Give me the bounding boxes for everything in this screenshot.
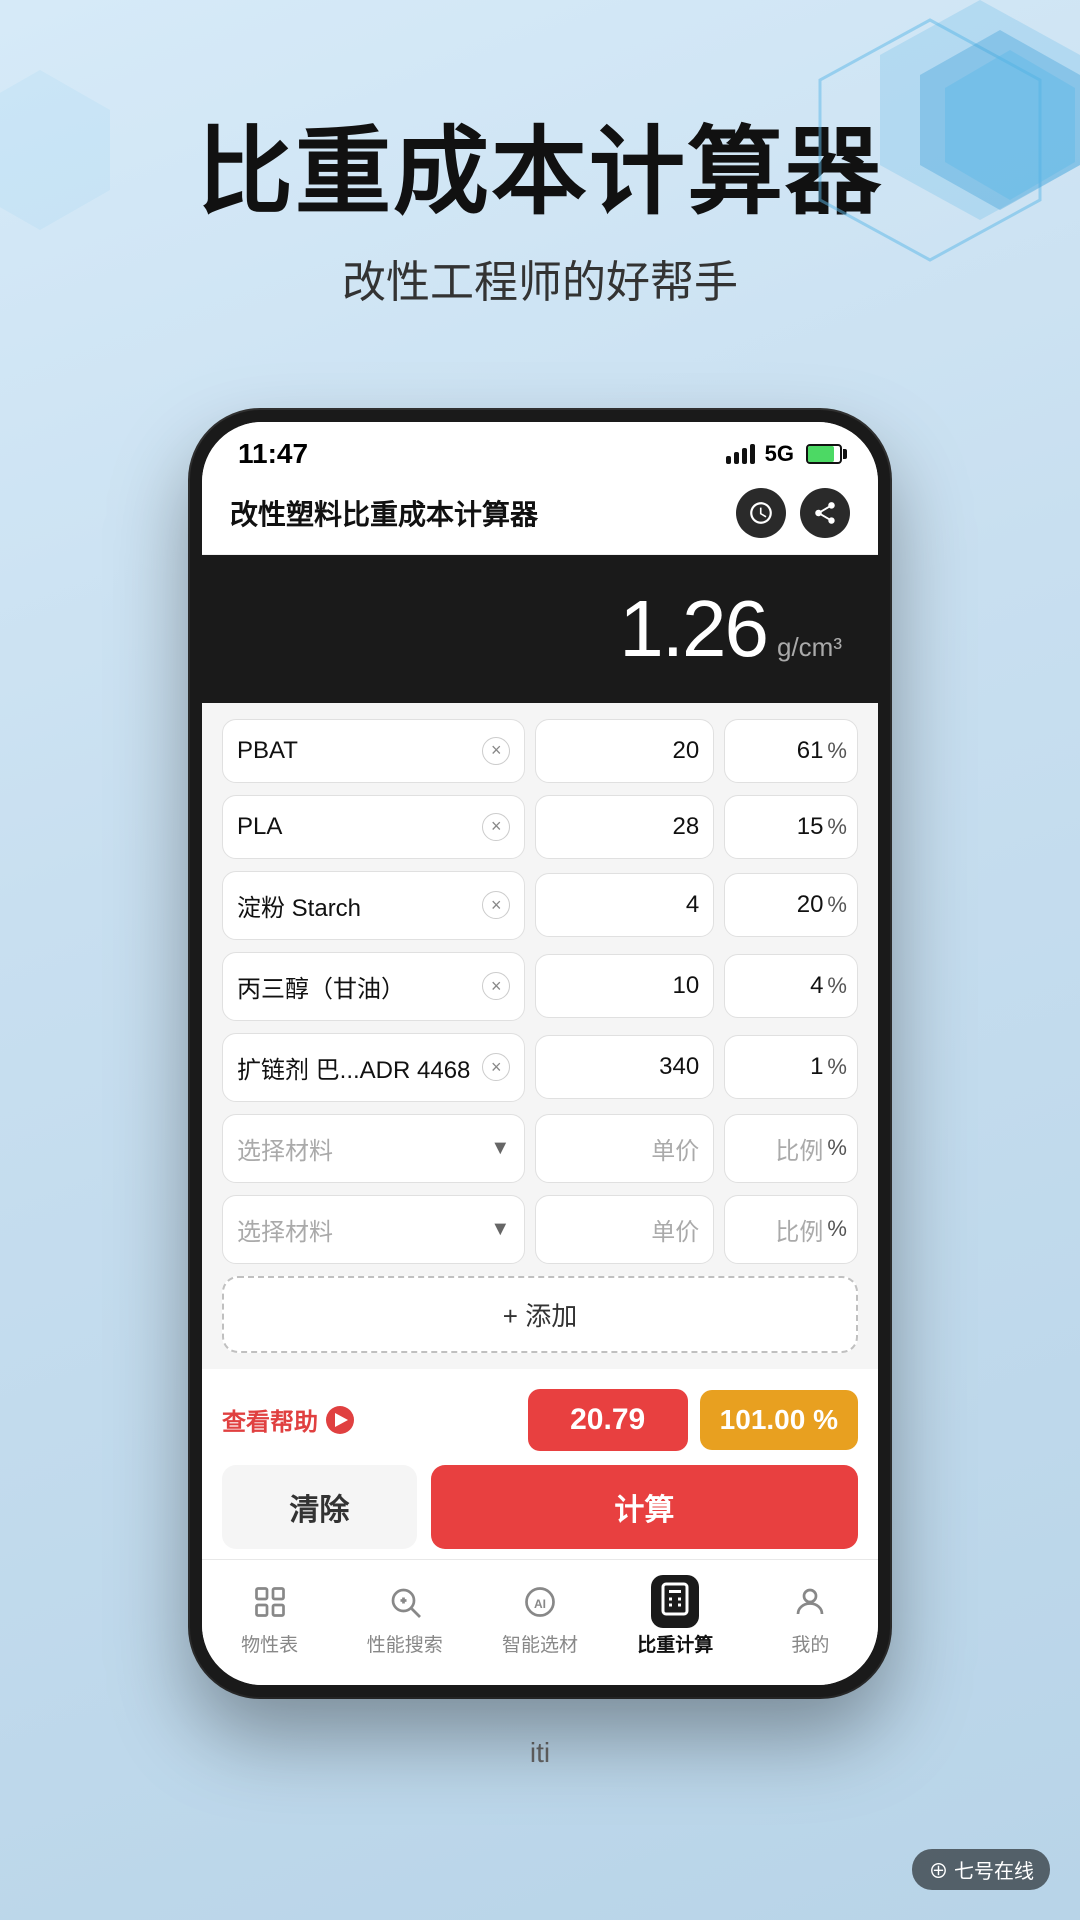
result-value: 1.26 — [619, 583, 767, 675]
remove-pbat-button[interactable]: × — [482, 737, 510, 765]
materials-area: PBAT × 20 61% PLA × 28 15% — [202, 703, 878, 1369]
tab-calc[interactable]: 比重计算 — [608, 1572, 743, 1665]
tab-mine[interactable]: 我的 — [743, 1572, 878, 1665]
5g-label: 5G — [765, 441, 794, 467]
result-display: 1.26 g/cm³ — [202, 555, 878, 703]
material-name-glycerol[interactable]: 丙三醇（甘油） × — [222, 952, 525, 1021]
app-header: 改性塑料比重成本计算器 — [202, 478, 878, 555]
material-price-adr[interactable]: 340 — [535, 1035, 714, 1099]
table-row: 淀粉 Starch × 4 20% — [222, 871, 858, 940]
phone-inner: 11:47 5G 改性塑料比重成本计算器 — [202, 422, 878, 1685]
material-price-pla[interactable]: 28 — [535, 795, 714, 859]
search-icon — [383, 1580, 427, 1624]
history-button[interactable] — [736, 488, 786, 538]
calculate-button[interactable]: 计算 — [431, 1465, 858, 1549]
remove-starch-button[interactable]: × — [482, 891, 510, 919]
add-material-button[interactable]: + 添加 — [222, 1276, 858, 1353]
clear-button[interactable]: 清除 — [222, 1465, 417, 1549]
tab-properties-label: 物性表 — [241, 1630, 298, 1657]
status-time: 11:47 — [238, 438, 308, 470]
material-name-starch[interactable]: 淀粉 Starch × — [222, 871, 525, 940]
table-row: PLA × 28 15% — [222, 795, 858, 859]
calc-icon — [653, 1580, 697, 1624]
status-bar: 11:47 5G — [202, 422, 878, 478]
signal-icon — [726, 444, 755, 464]
phone-outer: 11:47 5G 改性塑料比重成本计算器 — [190, 410, 890, 1697]
remove-glycerol-button[interactable]: × — [482, 972, 510, 1000]
material-pct-pbat[interactable]: 61% — [724, 719, 858, 783]
properties-icon — [248, 1580, 292, 1624]
material-price-select-1[interactable]: 单价 — [535, 1114, 714, 1183]
material-pct-select-1[interactable]: 比例% — [724, 1114, 858, 1183]
person-icon — [788, 1580, 832, 1624]
material-price-glycerol[interactable]: 10 — [535, 954, 714, 1018]
watermark: ⊕ 七号在线 — [912, 1849, 1050, 1890]
material-select-1[interactable]: 选择材料 ▼ — [222, 1114, 525, 1183]
table-row: 扩链剂 巴...ADR 4468 × 340 1% — [222, 1033, 858, 1102]
svg-text:AI: AI — [534, 1597, 546, 1611]
status-right: 5G — [726, 441, 842, 467]
result-price-badge: 20.79 — [528, 1389, 688, 1451]
result-pct-badge: 101.00 % — [700, 1390, 858, 1450]
material-price-starch[interactable]: 4 — [535, 873, 714, 937]
table-row: 丙三醇（甘油） × 10 4% — [222, 952, 858, 1021]
bottom-action-area: 查看帮助 20.79 101.00 % 清除 计算 — [202, 1369, 878, 1559]
help-row: 查看帮助 20.79 101.00 % — [222, 1389, 858, 1451]
bottom-label: iti — [0, 1697, 1080, 1789]
material-pct-select-2[interactable]: 比例% — [724, 1195, 858, 1264]
material-name-pbat[interactable]: PBAT × — [222, 719, 525, 783]
remove-pla-button[interactable]: × — [482, 813, 510, 841]
tab-mine-label: 我的 — [791, 1630, 829, 1657]
app-header-icons — [736, 488, 850, 538]
material-pct-glycerol[interactable]: 4% — [724, 954, 858, 1018]
material-price-select-2[interactable]: 单价 — [535, 1195, 714, 1264]
phone-mockup: 11:47 5G 改性塑料比重成本计算器 — [190, 410, 890, 1697]
tab-properties[interactable]: 物性表 — [202, 1572, 337, 1665]
table-row: 选择材料 ▼ 单价 比例% — [222, 1114, 858, 1183]
material-pct-pla[interactable]: 15% — [724, 795, 858, 859]
material-pct-adr[interactable]: 1% — [724, 1035, 858, 1099]
material-select-2[interactable]: 选择材料 ▼ — [222, 1195, 525, 1264]
table-row: 选择材料 ▼ 单价 比例% — [222, 1195, 858, 1264]
tab-ai-label: 智能选材 — [502, 1630, 578, 1657]
material-price-pbat[interactable]: 20 — [535, 719, 714, 783]
table-row: PBAT × 20 61% — [222, 719, 858, 783]
chevron-down-icon: ▼ — [490, 1218, 510, 1241]
material-name-pla[interactable]: PLA × — [222, 795, 525, 859]
remove-adr-button[interactable]: × — [482, 1053, 510, 1081]
result-unit: g/cm³ — [777, 632, 842, 663]
battery-icon — [806, 444, 842, 464]
ai-icon: AI — [518, 1580, 562, 1624]
help-link[interactable]: 查看帮助 — [222, 1402, 354, 1437]
tab-ai[interactable]: AI 智能选材 — [472, 1572, 607, 1665]
app-header-title: 改性塑料比重成本计算器 — [230, 493, 538, 533]
tab-bar: 物性表 性能搜索 — [202, 1559, 878, 1685]
share-button[interactable] — [800, 488, 850, 538]
material-name-adr[interactable]: 扩链剂 巴...ADR 4468 × — [222, 1033, 525, 1102]
chevron-down-icon: ▼ — [490, 1137, 510, 1160]
tab-search-label: 性能搜索 — [367, 1630, 443, 1657]
material-pct-starch[interactable]: 20% — [724, 873, 858, 937]
tab-search[interactable]: 性能搜索 — [337, 1572, 472, 1665]
action-buttons: 清除 计算 — [222, 1465, 858, 1549]
tab-calc-label: 比重计算 — [637, 1630, 713, 1657]
play-icon — [326, 1406, 354, 1434]
